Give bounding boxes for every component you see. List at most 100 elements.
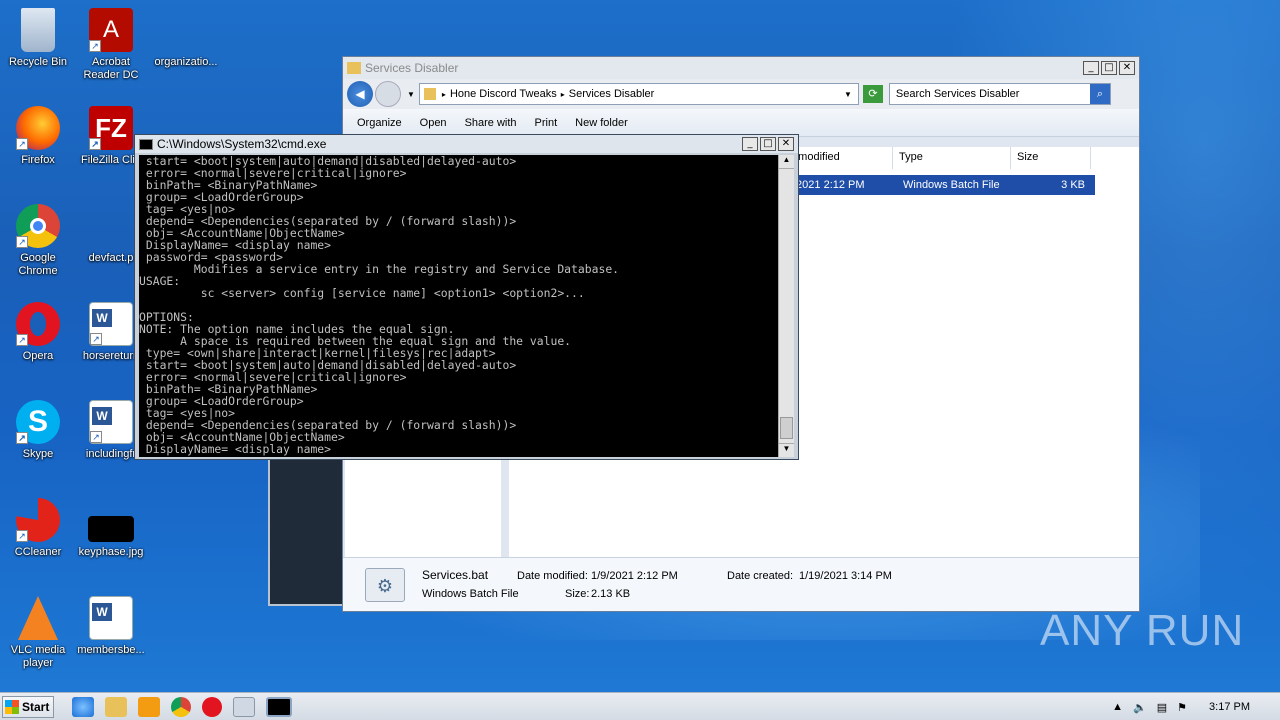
scroll-thumb[interactable] — [780, 417, 793, 439]
desktop-icon-opera[interactable]: ↗ Opera — [0, 302, 76, 363]
close-button[interactable]: ✕ — [778, 137, 794, 151]
address-dropdown-icon[interactable]: ▼ — [844, 90, 852, 99]
media-player-icon[interactable] — [138, 696, 160, 717]
details-date-modified: 1/9/2021 2:12 PM — [591, 570, 678, 582]
console-line: DisplayName= <display name> — [139, 442, 332, 456]
word-document-icon: W — [89, 596, 133, 640]
new-folder-button[interactable]: New folder — [575, 117, 628, 129]
details-size: 2.13 KB — [591, 588, 631, 600]
flag-icon[interactable]: ⚑ — [1177, 701, 1187, 714]
desktop-icon-recycle-bin[interactable]: Recycle Bin — [0, 8, 76, 69]
file-row-services-bat[interactable]: /2021 2:12 PM Windows Batch File 3 KB — [789, 175, 1095, 195]
firefox-icon: ↗ — [16, 106, 60, 150]
clock[interactable]: 3:17 PM — [1209, 701, 1250, 713]
back-button[interactable]: ◀ — [347, 81, 373, 107]
opera-icon[interactable] — [202, 696, 222, 717]
open-button[interactable]: Open — [420, 117, 447, 129]
scroll-down-arrow-icon[interactable]: ▼ — [779, 443, 794, 457]
refresh-button[interactable]: ⟳ — [862, 85, 883, 103]
maximize-button[interactable]: □ — [1101, 61, 1117, 75]
desktop-icon-skype[interactable]: S ↗ Skype — [0, 400, 76, 461]
shortcut-arrow-icon: ↗ — [16, 432, 28, 444]
desktop-icon-membersbe[interactable]: W membersbe... — [73, 596, 149, 657]
scroll-up-arrow-icon[interactable]: ▲ — [779, 155, 794, 169]
start-button[interactable]: Start — [2, 695, 54, 718]
windows-logo-icon — [5, 699, 19, 714]
desktop-icon-keyphase[interactable]: keyphase.jpg — [73, 498, 149, 559]
folder-icon — [423, 88, 436, 100]
acrobat-icon: A ↗ — [89, 8, 133, 52]
details-file-type: Windows Batch File — [422, 588, 519, 600]
shortcut-arrow-icon: ↗ — [16, 236, 28, 248]
volume-icon[interactable]: 🔈 — [1133, 701, 1147, 714]
internet-explorer-icon[interactable] — [72, 696, 94, 717]
breadcrumb-services-disabler[interactable]: Services Disabler — [569, 88, 844, 100]
cmd-window[interactable]: C:\Windows\System32\cmd.exe _ □ ✕ start=… — [134, 134, 799, 460]
shortcut-arrow-icon: ↗ — [16, 334, 28, 346]
breadcrumb-hone-discord-tweaks[interactable]: Hone Discord Tweaks — [450, 88, 557, 100]
shortcut-arrow-icon: ↗ — [16, 530, 28, 542]
desktop-icon-vlc[interactable]: VLC media player — [0, 596, 76, 670]
close-button[interactable]: ✕ — [1119, 61, 1135, 75]
anyrun-watermark: ANY RUN — [1040, 606, 1245, 655]
desktop-icon-ccleaner[interactable]: ↗ CCleaner — [0, 498, 76, 559]
explorer-titlebar[interactable]: Services Disabler _ □ ✕ — [343, 57, 1139, 79]
console-line: sc <server> config [service name] <optio… — [139, 286, 585, 300]
column-date-modified[interactable]: e modified — [783, 147, 893, 169]
taskbar: Start ▲ 🔈 ▤ ⚑ 3:17 PM — [0, 692, 1280, 720]
word-document-icon: W ↗ — [89, 302, 133, 346]
console-output[interactable]: start= <boot|system|auto|demand|disabled… — [139, 155, 779, 457]
file-icon — [164, 8, 208, 52]
desktop-icon-organization[interactable]: organizatio... — [148, 8, 224, 69]
console-scrollbar[interactable]: ▲ ▼ — [778, 155, 794, 457]
chrome-icon[interactable] — [171, 696, 191, 717]
desktop-icon-chrome[interactable]: ↗ Google Chrome — [0, 204, 76, 278]
organize-button[interactable]: Organize — [357, 117, 402, 129]
console-line: Modifies a service entry in the registry… — [139, 262, 620, 276]
network-icon[interactable]: ▤ — [1157, 701, 1167, 714]
desktop-icon-firefox[interactable]: ↗ Firefox — [0, 106, 76, 167]
desktop-icon-acrobat[interactable]: A ↗ Acrobat Reader DC — [73, 8, 149, 82]
print-button[interactable]: Print — [535, 117, 558, 129]
recent-pages-chevron-icon[interactable]: ▼ — [407, 90, 415, 99]
shortcut-arrow-icon: ↗ — [16, 138, 28, 150]
cmd-icon — [139, 138, 153, 150]
maximize-button[interactable]: □ — [760, 137, 776, 151]
search-icon[interactable]: ⌕ — [1089, 84, 1110, 104]
address-bar[interactable]: ▸ Hone Discord Tweaks ▸ Services Disable… — [418, 83, 859, 105]
background-window[interactable] — [268, 440, 346, 606]
show-hidden-icons-icon[interactable]: ▲ — [1112, 701, 1123, 713]
services-gear-icon[interactable] — [233, 696, 255, 717]
forward-button[interactable] — [375, 81, 401, 107]
console-line: group= <LoadOrderGroup> — [139, 394, 304, 408]
chrome-icon: ↗ — [16, 204, 60, 248]
folder-icon — [347, 62, 361, 74]
minimize-button[interactable]: _ — [1083, 61, 1099, 75]
filezilla-icon: FZ ↗ — [89, 106, 133, 150]
image-thumbnail-icon — [88, 516, 134, 542]
shortcut-arrow-icon: ↗ — [90, 333, 102, 345]
shortcut-arrow-icon: ↗ — [89, 138, 101, 150]
ccleaner-icon: ↗ — [16, 498, 60, 542]
details-date-created: 1/19/2021 3:14 PM — [799, 570, 892, 582]
system-tray: ▲ 🔈 ▤ ⚑ 3:17 PM — [1112, 693, 1280, 720]
details-pane: ⚙ Services.bat Windows Batch File Date m… — [343, 557, 1139, 611]
share-with-button[interactable]: Share with — [465, 117, 517, 129]
vlc-cone-icon — [18, 596, 58, 640]
batch-file-icon: ⚙ — [365, 568, 405, 602]
cmd-taskbar-icon[interactable] — [266, 696, 292, 717]
address-row: ◀ ▼ ▸ Hone Discord Tweaks ▸ Services Dis… — [343, 79, 1139, 109]
opera-icon: ↗ — [16, 302, 60, 346]
cmd-titlebar[interactable]: C:\Windows\System32\cmd.exe _ □ ✕ — [135, 135, 798, 153]
skype-icon: S ↗ — [16, 400, 60, 444]
details-file-name: Services.bat — [422, 568, 489, 582]
recycle-bin-icon — [21, 8, 55, 52]
file-explorer-icon[interactable] — [105, 696, 127, 717]
column-size[interactable]: Size — [1011, 147, 1091, 169]
minimize-button[interactable]: _ — [742, 137, 758, 151]
shortcut-arrow-icon: ↗ — [90, 431, 102, 443]
column-type[interactable]: Type — [893, 147, 1011, 169]
search-input[interactable]: Search Services Disabler ⌕ — [888, 83, 1111, 105]
explorer-toolbar: Organize Open Share with Print New folde… — [343, 109, 1139, 137]
